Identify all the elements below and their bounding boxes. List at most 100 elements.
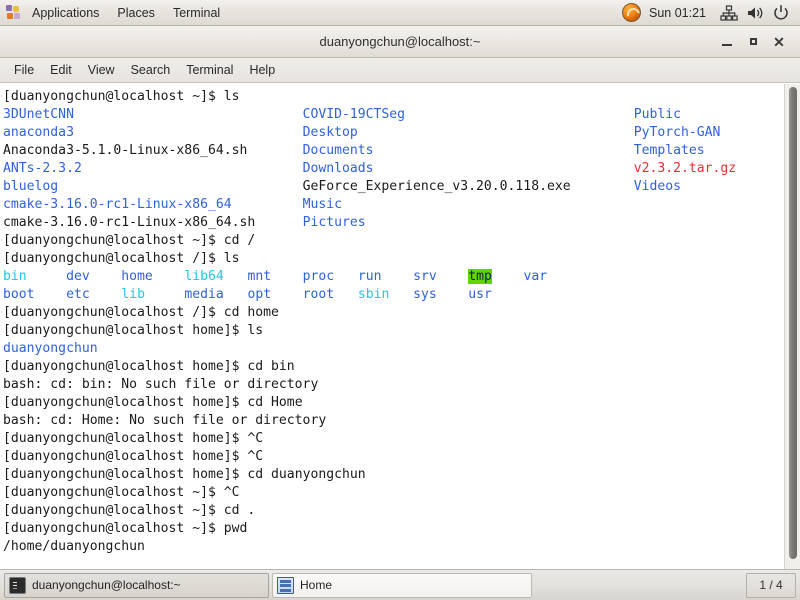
terminal-line: bin dev home lib64 mnt proc run srv tmp … <box>3 268 784 286</box>
ls-gap <box>374 161 634 176</box>
menu-view[interactable]: View <box>80 60 123 80</box>
menu-terminal[interactable]: Terminal <box>178 60 241 80</box>
taskbar-window-home[interactable]: Home <box>272 572 532 598</box>
ls-entry: Downloads <box>302 161 374 176</box>
minimize-button[interactable] <box>714 29 740 55</box>
ls-entry: Documents <box>302 143 374 158</box>
close-button[interactable]: ✕ <box>766 29 792 55</box>
taskbar-label-home: Home <box>300 578 333 592</box>
terminal-prompt: [duanyongchun@localhost ~]$ <box>3 521 224 536</box>
ls-gap <box>35 287 67 302</box>
ls-gap <box>437 269 469 284</box>
ls-gap <box>224 287 248 302</box>
ls-entry: Templates <box>633 143 705 158</box>
terminal-command: cd bin <box>247 359 295 374</box>
ls-entry: Pictures <box>302 215 366 230</box>
terminal-line: duanyongchun <box>3 340 784 358</box>
terminal-output-text: bash: cd: Home: No such file or director… <box>3 413 327 428</box>
ls-gap <box>58 179 302 194</box>
panel-menu-applications[interactable]: Applications <box>23 2 108 24</box>
terminal-line: [duanyongchun@localhost home]$ ^C <box>3 430 784 448</box>
terminal-line: bash: cd: Home: No such file or director… <box>3 412 784 430</box>
ls-gap <box>405 107 634 122</box>
terminal-prompt: [duanyongchun@localhost home]$ <box>3 467 248 482</box>
ls-entry: srv <box>413 269 437 284</box>
terminal-scrollbar[interactable] <box>784 84 800 569</box>
scrollbar-thumb[interactable] <box>789 87 797 559</box>
terminal-line: /home/duanyongchun <box>3 538 784 556</box>
ls-entry: home <box>121 269 153 284</box>
terminal-command: cd Home <box>247 395 303 410</box>
terminal-command: ls <box>223 89 240 104</box>
ls-entry: 3DUnetCNN <box>3 107 74 122</box>
terminal-line: cmake-3.16.0-rc1-Linux-x86_64 Music <box>3 196 784 214</box>
taskbar-window-terminal[interactable]: duanyongchun@localhost:~ <box>4 572 269 598</box>
ls-gap <box>232 197 303 212</box>
workspace-switcher[interactable]: 1 / 4 <box>746 572 796 598</box>
ls-gap <box>145 287 184 302</box>
terminal-output[interactable]: [duanyongchun@localhost ~]$ ls 3DUnetCNN … <box>0 84 784 569</box>
ls-gap <box>82 161 303 176</box>
window-titlebar[interactable]: duanyongchun@localhost:~ ✕ <box>0 26 800 58</box>
maximize-button[interactable] <box>740 29 766 55</box>
ls-entry: proc <box>302 269 335 284</box>
terminal-line: [duanyongchun@localhost home]$ cd Home <box>3 394 784 412</box>
terminal-prompt: [duanyongchun@localhost /]$ <box>3 251 224 266</box>
ls-entry: sys <box>413 287 437 302</box>
terminal-line: [duanyongchun@localhost ~]$ cd / <box>3 232 784 250</box>
panel-status-area: Sun 01:21 <box>622 0 800 26</box>
terminal-line: [duanyongchun@localhost ~]$ cd . <box>3 502 784 520</box>
ls-gap <box>90 287 122 302</box>
terminal-prompt: [duanyongchun@localhost ~]$ <box>3 233 224 248</box>
network-icon[interactable] <box>719 3 739 23</box>
ls-entry: COVID-19CTSeg <box>302 107 406 122</box>
ls-entry: Videos <box>633 179 681 194</box>
fedora-apps-icon[interactable] <box>6 4 22 21</box>
terminal-line: bash: cd: bin: No such file or directory <box>3 376 784 394</box>
ls-gap <box>437 287 469 302</box>
menu-file[interactable]: File <box>6 60 42 80</box>
ls-entry: boot <box>3 287 35 302</box>
ls-entry: lib64 <box>184 269 224 284</box>
ls-entry: lib <box>121 287 145 302</box>
terminal-command: cd home <box>223 305 279 320</box>
ls-gap <box>342 197 634 212</box>
ls-entry: PyTorch-GAN <box>633 125 721 140</box>
terminal-icon <box>9 576 26 594</box>
ls-entry: var <box>523 269 548 284</box>
ls-gap <box>74 107 303 122</box>
ls-entry: mnt <box>247 269 272 284</box>
terminal-body[interactable]: [duanyongchun@localhost ~]$ ls 3DUnetCNN … <box>0 83 800 569</box>
taskbar: duanyongchun@localhost:~ Home 1 / 4 <box>0 569 800 600</box>
menu-search[interactable]: Search <box>123 60 179 80</box>
menu-help[interactable]: Help <box>241 60 283 80</box>
volume-icon[interactable] <box>745 3 765 23</box>
terminal-command: ^C <box>223 485 240 500</box>
terminal-line: [duanyongchun@localhost home]$ ls <box>3 322 784 340</box>
ls-entry: Public <box>633 107 681 122</box>
file-manager-icon <box>277 576 294 594</box>
terminal-prompt: [duanyongchun@localhost home]$ <box>3 449 248 464</box>
ls-gap <box>271 269 303 284</box>
ls-gap <box>366 215 634 230</box>
ls-gap <box>27 269 66 284</box>
ls-entry: tmp <box>468 269 492 284</box>
ls-entry: media <box>184 287 224 302</box>
terminal-prompt: [duanyongchun@localhost home]$ <box>3 431 248 446</box>
terminal-line: ANTs-2.3.2 Downloads v2.3.2.tar.gz <box>3 160 784 178</box>
panel-menu-terminal[interactable]: Terminal <box>164 2 229 24</box>
menu-edit[interactable]: Edit <box>42 60 80 80</box>
firefox-icon[interactable] <box>622 3 641 22</box>
terminal-prompt: [duanyongchun@localhost ~]$ <box>3 485 224 500</box>
panel-menu-places[interactable]: Places <box>108 2 164 24</box>
terminal-line: cmake-3.16.0-rc1-Linux-x86_64.sh Picture… <box>3 214 784 232</box>
ls-entry: anaconda3 <box>3 125 74 140</box>
ls-gap <box>492 269 524 284</box>
ls-entry: Desktop <box>302 125 358 140</box>
terminal-line: bluelog GeForce_Experience_v3.20.0.118.e… <box>3 178 784 196</box>
clock[interactable]: Sun 01:21 <box>649 6 716 20</box>
ls-gap <box>334 269 358 284</box>
power-icon[interactable] <box>771 3 791 23</box>
menubar: File Edit View Search Terminal Help <box>0 58 800 83</box>
ls-entry: Music <box>302 197 342 212</box>
